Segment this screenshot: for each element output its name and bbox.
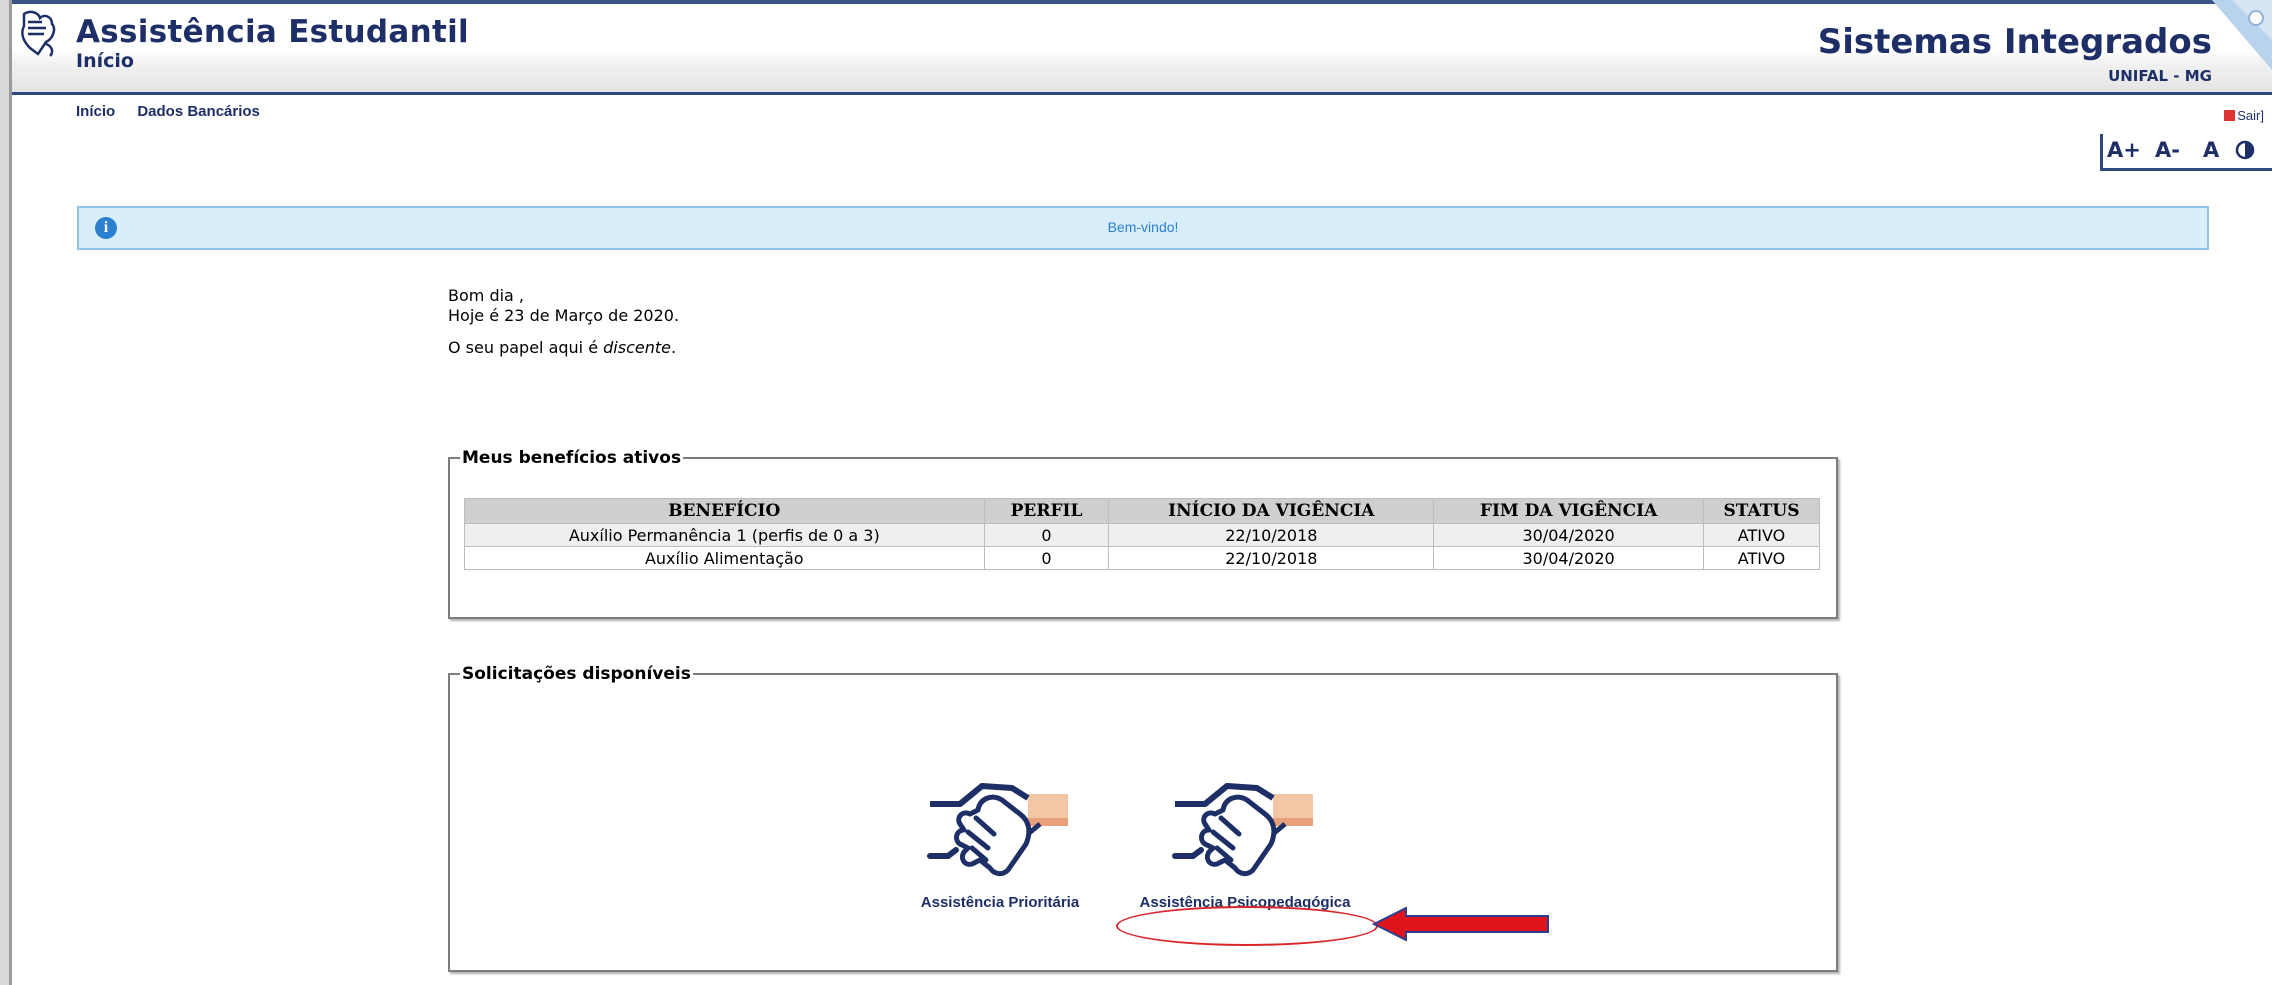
greeting: Bom dia , Hoje é 23 de Março de 2020.: [448, 286, 679, 326]
font-reset-button[interactable]: A: [2203, 138, 2219, 162]
corner-decoration-icon: [2212, 0, 2272, 70]
status-cell: ATIVO: [1703, 523, 1820, 547]
table-row: Auxílio Alimentação 0 22/10/2018 30/04/2…: [464, 546, 1820, 570]
available-requests-panel: Solicitações disponíveis Assistência Pri…: [448, 664, 1838, 972]
handshake-icon: [927, 783, 1068, 877]
info-message-bar: i Bem-vindo!: [77, 206, 2209, 250]
benefit-name-cell: Auxílio Alimentação: [464, 546, 985, 570]
info-message: Bem-vindo!: [1107, 219, 1179, 235]
end-date-cell: 30/04/2020: [1433, 546, 1704, 570]
role-prefix: O seu papel aqui é: [448, 338, 604, 357]
logout-icon: [2224, 110, 2236, 121]
accessibility-tools: Sair] A+ A- A: [2100, 104, 2272, 171]
logout-link[interactable]: Sair]: [2224, 108, 2264, 123]
table-header-row: BENEFÍCIO PERFIL INÍCIO DA VIGÊNCIA FIM …: [464, 498, 1820, 524]
greeting-line: Bom dia ,: [448, 286, 525, 305]
top-nav: Início Dados Bancários: [76, 103, 278, 120]
red-arrow-icon: [1372, 906, 1549, 942]
column-header-status: STATUS: [1703, 498, 1820, 524]
nav-item-inicio[interactable]: Início: [76, 103, 115, 120]
request-card-prioritaria[interactable]: Assistência Prioritária: [900, 774, 1100, 911]
role-suffix: .: [670, 338, 677, 357]
available-requests-legend: Solicitações disponíveis: [462, 664, 691, 684]
contrast-icon[interactable]: [2235, 140, 2255, 165]
page-subtitle: Início: [76, 50, 134, 72]
hand-logo-icon: [21, 10, 56, 57]
benefit-name-cell: Auxílio Permanência 1 (perfis de 0 a 3): [464, 523, 985, 547]
highlight-oval: [1116, 906, 1378, 946]
profile-cell: 0: [983, 546, 1110, 570]
status-cell: ATIVO: [1703, 546, 1820, 570]
request-card-psicopedagogica[interactable]: Assistência Psicopedagógica: [1105, 774, 1385, 911]
role-line: O seu papel aqui é discente.: [448, 338, 676, 357]
column-header-perfil: PERFIL: [983, 498, 1110, 524]
start-date-cell: 22/10/2018: [1108, 546, 1435, 570]
font-decrease-button[interactable]: A-: [2155, 138, 2180, 162]
profile-cell: 0: [983, 523, 1110, 547]
start-date-cell: 22/10/2018: [1108, 523, 1435, 547]
header-top-border: [12, 0, 2272, 4]
column-header-inicio-vigencia: INÍCIO DA VIGÊNCIA: [1108, 498, 1435, 524]
app-title: Assistência Estudantil: [76, 14, 469, 50]
end-date-cell: 30/04/2020: [1433, 523, 1704, 547]
nav-item-dados-bancarios[interactable]: Dados Bancários: [137, 103, 260, 120]
column-header-beneficio: BENEFÍCIO: [464, 498, 985, 524]
handshake-icon: [1172, 783, 1313, 877]
font-increase-button[interactable]: A+: [2107, 138, 2141, 162]
column-header-fim-vigencia: FIM DA VIGÊNCIA: [1433, 498, 1704, 524]
font-size-tools: A+ A- A: [2100, 134, 2272, 171]
role-value: discente: [603, 338, 671, 357]
left-window-edge: [0, 0, 12, 985]
system-title: Sistemas Integrados: [1817, 22, 2212, 62]
table-row: Auxílio Permanência 1 (perfis de 0 a 3) …: [464, 523, 1820, 547]
date-line: Hoje é 23 de Março de 2020.: [448, 306, 680, 325]
active-benefits-legend: Meus benefícios ativos: [462, 448, 682, 468]
request-label[interactable]: Assistência Prioritária: [900, 894, 1100, 911]
benefits-table: BENEFÍCIO PERFIL INÍCIO DA VIGÊNCIA FIM …: [464, 498, 1820, 570]
logout-label: Sair]: [2237, 108, 2264, 123]
active-benefits-panel: Meus benefícios ativos BENEFÍCIO PERFIL …: [448, 448, 1838, 619]
